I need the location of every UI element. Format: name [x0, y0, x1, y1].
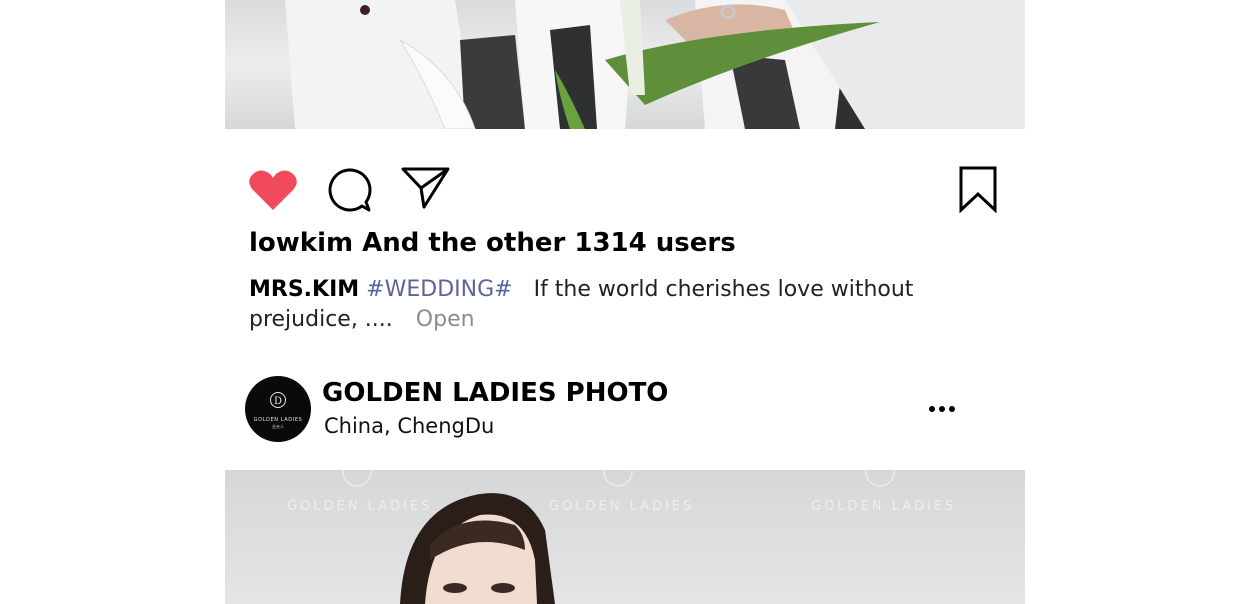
heart-icon[interactable]: [248, 168, 298, 212]
avatar[interactable]: D GOLDEN LADIES 金夫人: [245, 376, 311, 442]
more-options-button[interactable]: [927, 400, 957, 418]
caption-hashtag[interactable]: #WEDDING#: [366, 277, 512, 302]
bookmark-icon[interactable]: [958, 166, 998, 213]
account-name[interactable]: GOLDEN LADIES PHOTO: [322, 378, 668, 408]
likes-count[interactable]: lowkim And the other 1314 users: [249, 228, 736, 258]
watermark-text: GOLDEN LADIES: [811, 499, 957, 514]
caption-open-link[interactable]: Open: [416, 307, 475, 332]
wedding-photo-illustration: [285, 0, 1025, 129]
more-horizontal-icon: [929, 406, 935, 412]
post-photo-top[interactable]: [225, 0, 1025, 129]
watermark-text: GOLDEN LADIES: [549, 499, 695, 514]
more-dot: [949, 406, 955, 412]
watermark-text: GOLDEN LADIES: [287, 499, 433, 514]
more-dot: [939, 406, 945, 412]
golden-ladies-logo-icon: D: [270, 392, 286, 408]
post-location[interactable]: China, ChengDu: [324, 414, 494, 438]
portrait-photo-illustration: [342, 470, 895, 604]
svg-text:D: D: [274, 396, 282, 407]
comment-icon[interactable]: [326, 167, 372, 213]
post-caption: MRS.KIM #WEDDING# If the world cherishes…: [249, 275, 969, 335]
send-icon[interactable]: [401, 166, 451, 210]
avatar-logo-subtext: 金夫人: [272, 424, 284, 429]
post-header: D GOLDEN LADIES 金夫人 GOLDEN LADIES PHOTO …: [245, 376, 965, 444]
caption-username[interactable]: MRS.KIM: [249, 277, 359, 302]
avatar-logo-text: GOLDEN LADIES: [253, 417, 303, 423]
post-photo-bottom[interactable]: GOLDEN LADIES GOLDEN LADIES GOLDEN LADIE…: [225, 470, 1025, 604]
